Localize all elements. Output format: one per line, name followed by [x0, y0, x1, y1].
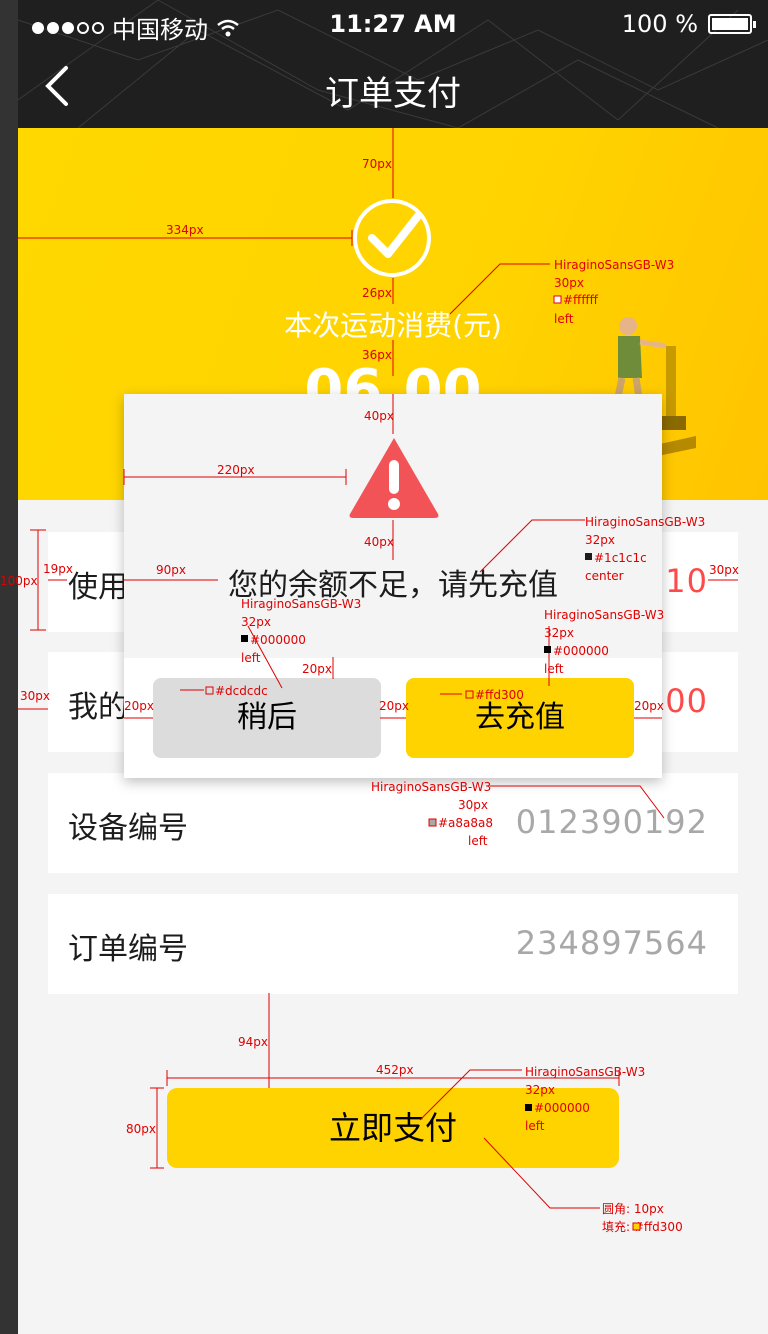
recharge-button[interactable]: 去充值: [406, 678, 634, 758]
status-bar: 中国移动 11:27 AM 100 %: [18, 0, 768, 50]
pay-now-button[interactable]: 立即支付: [167, 1088, 619, 1168]
row-value: 012390192: [515, 803, 708, 841]
row-label: 使用: [68, 570, 128, 605]
dialog-footer: 稍后 去充值: [124, 658, 662, 778]
check-circle-icon: [353, 199, 431, 277]
nav-bar: 订单支付: [18, 50, 768, 128]
row-label: 我的: [68, 690, 128, 725]
status-right: 100 %: [621, 10, 756, 38]
order-number-row: 订单编号 234897564: [48, 894, 738, 994]
battery-icon: [708, 14, 756, 34]
top-bar: 中国移动 11:27 AM 100 % 订单支付: [18, 0, 768, 128]
row-label: 设备编号: [68, 811, 188, 846]
device-number-row: 设备编号 012390192: [48, 773, 738, 873]
insufficient-balance-dialog: 您的余额不足，请先充值 稍后 去充值: [124, 394, 662, 778]
row-label: 订单编号: [68, 932, 188, 967]
warning-icon: [349, 438, 439, 518]
later-button[interactable]: 稍后: [153, 678, 381, 758]
phone-screen: 中国移动 11:27 AM 100 % 订单支付 本次运动消费(元) 06.00…: [18, 0, 768, 1334]
row-value: .00: [654, 682, 708, 720]
page-title: 订单支付: [325, 74, 461, 114]
battery-percent: 100 %: [621, 10, 698, 38]
dialog-message: 您的余额不足，请先充值: [228, 568, 558, 603]
row-value: 234897564: [515, 924, 708, 962]
